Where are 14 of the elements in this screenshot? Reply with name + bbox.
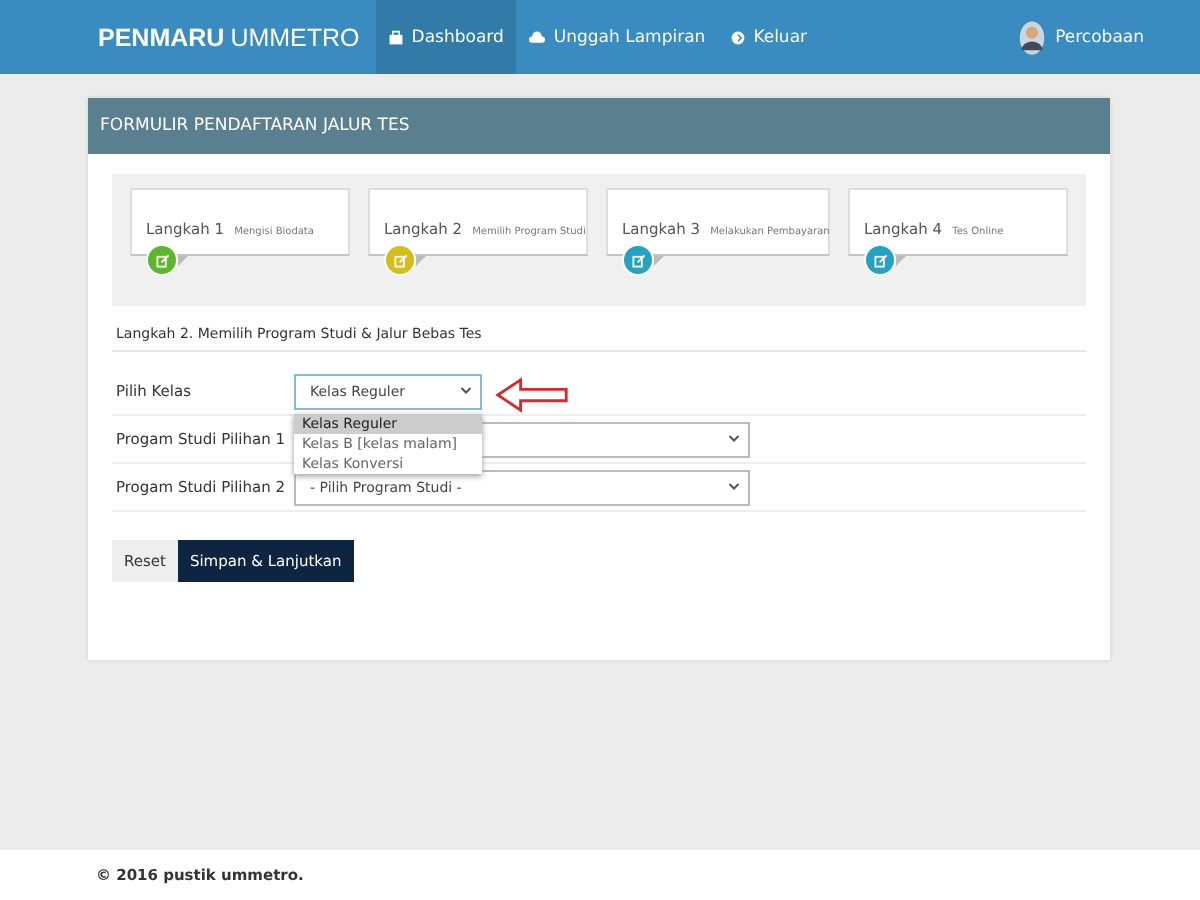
caret-icon bbox=[728, 434, 740, 444]
exit-icon bbox=[729, 29, 746, 45]
caret-icon bbox=[728, 482, 740, 492]
panel-title: FORMULIR PENDAFTARAN JALUR TES bbox=[88, 98, 1110, 154]
dashboard-icon bbox=[387, 29, 404, 45]
user-name[interactable]: Percobaan bbox=[1055, 27, 1144, 47]
brand-logo[interactable]: PENMARU UMMETRO bbox=[98, 23, 360, 51]
cloud-icon bbox=[527, 29, 546, 45]
nav-link[interactable]: Dashboard bbox=[375, 0, 516, 74]
nav-link[interactable]: Unggah Lampiran bbox=[515, 0, 718, 74]
avatar-icon[interactable] bbox=[1017, 19, 1046, 55]
arrow-icon bbox=[494, 375, 570, 413]
nav-link[interactable]: Keluar bbox=[717, 0, 820, 74]
caret-icon bbox=[460, 386, 472, 396]
